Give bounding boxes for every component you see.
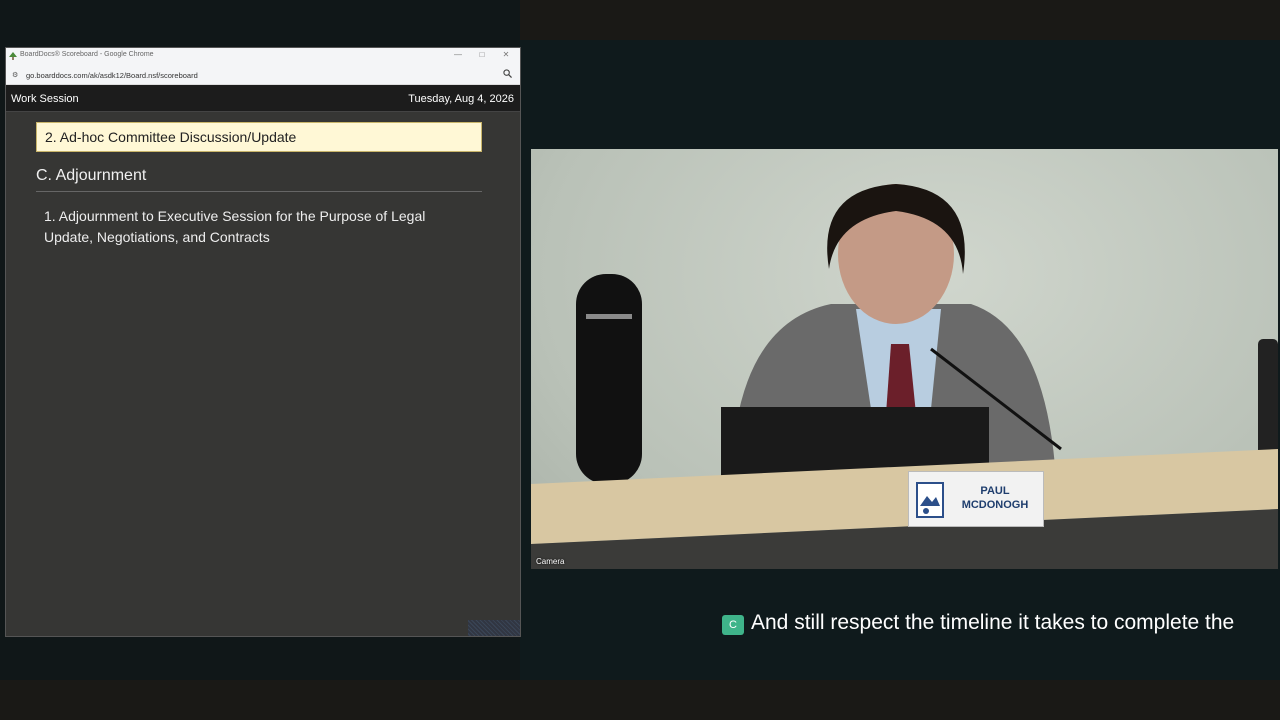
bottle-band (586, 314, 632, 319)
district-logo-icon (916, 482, 944, 518)
minimize-button[interactable]: — (452, 50, 464, 59)
boarddocs-favicon-icon (9, 52, 17, 60)
nameplate-first-name: PAUL (980, 485, 1010, 497)
current-agenda-item[interactable]: 2. Ad-hoc Committee Discussion/Update (36, 122, 482, 152)
section-heading: C. Adjournment (36, 167, 482, 192)
camera-feed: PAUL MCDONOGH Camera (531, 149, 1278, 569)
background-bottom (0, 680, 1280, 720)
caption-text: And still respect the timeline it takes … (751, 611, 1235, 634)
nameplate-last-name: MCDONOGH (961, 499, 1029, 511)
nameplate: PAUL MCDONOGH (908, 471, 1044, 527)
window-title: BoardDocs® Scoreboard - Google Chrome (20, 51, 154, 58)
address-bar[interactable]: ⚙ go.boarddocs.com/ak/asdk12/Board.nsf/s… (6, 65, 520, 85)
browser-titlebar: BoardDocs® Scoreboard - Google Chrome — … (6, 48, 520, 65)
browser-window: BoardDocs® Scoreboard - Google Chrome — … (5, 47, 521, 637)
site-settings-icon[interactable]: ⚙ (12, 71, 18, 79)
maximize-button[interactable]: □ (476, 50, 488, 59)
water-bottle (576, 274, 642, 484)
zoom-icon[interactable] (503, 69, 512, 78)
agenda-item[interactable]: 1. Adjournment to Executive Session for … (44, 206, 464, 248)
page-header: Work Session Tuesday, Aug 4, 2026 (6, 85, 520, 112)
water-bottle-right (1258, 339, 1278, 459)
decorative-pattern (468, 620, 520, 636)
agenda-content: 2. Ad-hoc Committee Discussion/Update C.… (6, 112, 520, 636)
close-button[interactable]: ✕ (500, 50, 512, 59)
nameplate-text: PAUL MCDONOGH (949, 484, 1041, 512)
background-top-right (520, 0, 1280, 40)
caption-badge: C (722, 615, 744, 635)
meeting-date: Tuesday, Aug 4, 2026 (408, 93, 514, 105)
session-label: Work Session (11, 93, 79, 105)
camera-scene (531, 184, 1278, 569)
url-text[interactable]: go.boarddocs.com/ak/asdk12/Board.nsf/sco… (26, 71, 198, 80)
camera-label: Camera (536, 557, 565, 566)
